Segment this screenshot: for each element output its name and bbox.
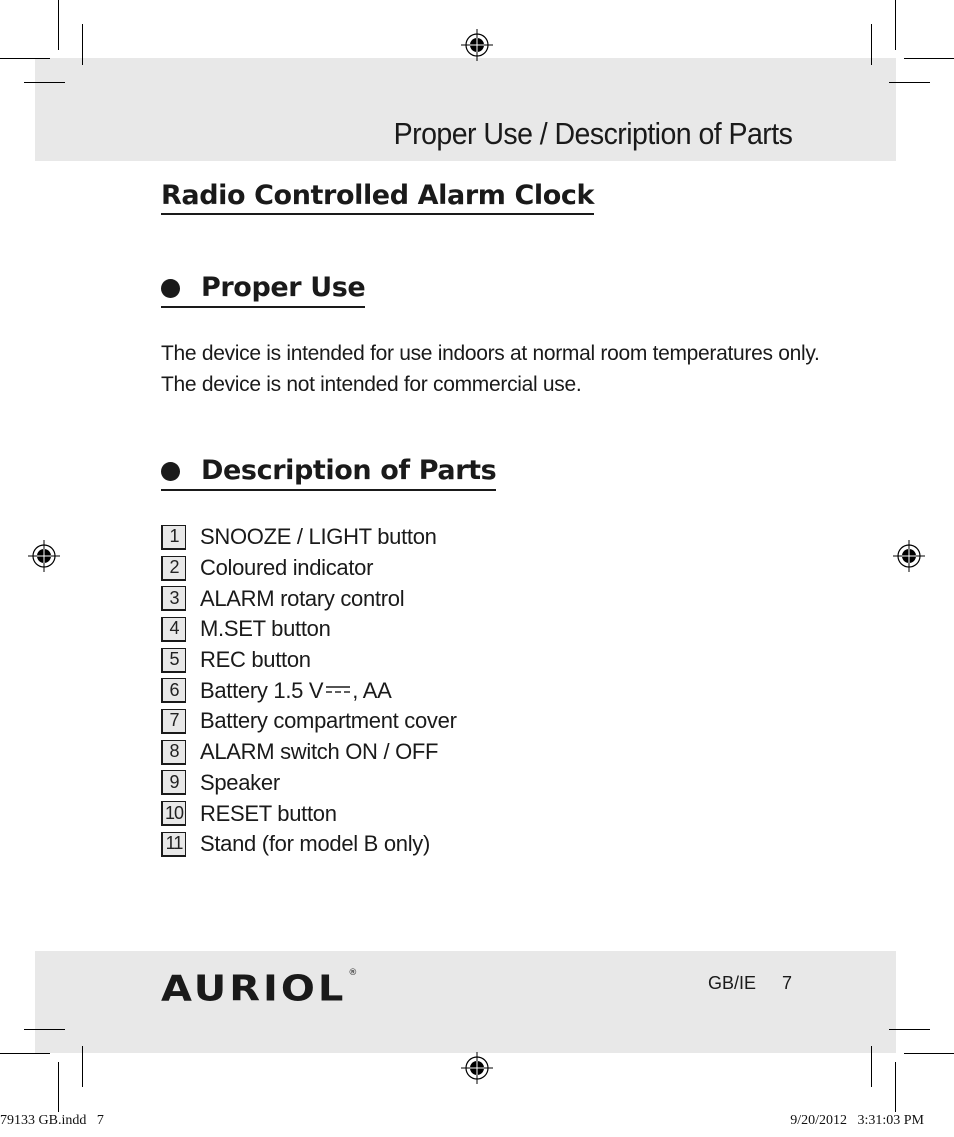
part-item: 2 Coloured indicator [161,553,457,584]
registered-trademark: ® [348,968,358,978]
crop-mark [58,0,59,50]
crop-mark [871,24,872,65]
parts-list: 1 SNOOZE / LIGHT button 2 Coloured indic… [161,522,457,860]
part-item: 6 Battery 1.5 V , AA [161,675,457,706]
registration-mark-icon [893,540,925,572]
part-item: 9 Speaker [161,768,457,799]
crop-mark [24,1029,65,1030]
section-heading-label: Description of Parts [201,455,497,486]
part-number: 1 [161,524,186,550]
registration-mark-icon [461,1052,493,1084]
part-label: ALARM switch ON / OFF [200,739,439,765]
part-number: 8 [161,739,186,765]
section-heading-label: Proper Use [201,272,366,303]
crop-mark [904,58,954,59]
part-number: 6 [161,678,186,704]
page-header-title: Proper Use / Description of Parts [393,116,792,151]
part-item: 1 SNOOZE / LIGHT button [161,522,457,553]
bullet-icon [161,279,180,298]
crop-mark [82,1046,83,1087]
part-label: M.SET button [200,616,331,642]
part-label: Coloured indicator [200,555,374,581]
bullet-icon [161,462,180,481]
part-label: Stand (for model B only) [200,831,431,857]
part-number: 10 [161,801,186,827]
page-number: 7 [782,973,793,993]
part-label: Speaker [200,769,280,795]
part-label: Battery 1.5 V , AA [200,677,392,704]
part-number: 7 [161,708,186,734]
part-label: SNOOZE / LIGHT button [200,524,437,550]
part-label: REC button [200,647,311,673]
part-label: RESET button [200,800,337,826]
part-item: 8 ALARM switch ON / OFF [161,737,457,768]
crop-mark [871,1046,872,1087]
part-number: 9 [161,770,186,796]
registration-mark-icon [28,540,60,572]
brand-logo: AURIOL ® [161,966,357,1012]
part-label: Battery compartment cover [200,708,457,734]
part-item: 7 Battery compartment cover [161,706,457,737]
part-number: 5 [161,647,186,673]
direct-current-symbol-icon [326,686,351,693]
crop-mark [0,1053,50,1054]
print-slug-timestamp: 9/20/2012 3:31:03 PM [790,1113,924,1128]
part-item: 5 REC button [161,645,457,676]
section-heading-description-of-parts: Description of Parts [161,455,497,491]
part-number: 4 [161,616,186,642]
part-item: 3 ALARM rotary control [161,583,457,614]
part-item: 11 Stand (for model B only) [161,829,457,860]
print-slug-file: 79133 GB.indd 7 [0,1113,104,1128]
crop-mark [895,1062,896,1112]
proper-use-text: The device is intended for use indoors a… [161,342,820,396]
section-heading-proper-use: Proper Use [161,272,366,308]
crop-mark [24,82,65,83]
registration-mark-icon [461,29,493,61]
crop-mark [889,1029,930,1030]
part-item: 4 M.SET button [161,614,457,645]
part-label-after: , AA [352,677,392,703]
part-item: 10 RESET button [161,798,457,829]
part-label: ALARM rotary control [200,585,405,611]
crop-mark [82,24,83,65]
part-label-before: Battery 1.5 V [200,677,324,703]
crop-mark [58,1062,59,1112]
part-number: 3 [161,586,186,612]
crop-mark [0,58,50,59]
crop-mark [889,82,930,83]
document-title: Radio Controlled Alarm Clock [161,180,594,215]
crop-mark [904,1053,954,1054]
brand-logo-text: AURIOL [161,968,347,1010]
page-locale: GB/IE [708,973,757,993]
part-number: 11 [161,831,186,857]
part-number: 2 [161,555,186,581]
crop-mark [895,0,896,50]
